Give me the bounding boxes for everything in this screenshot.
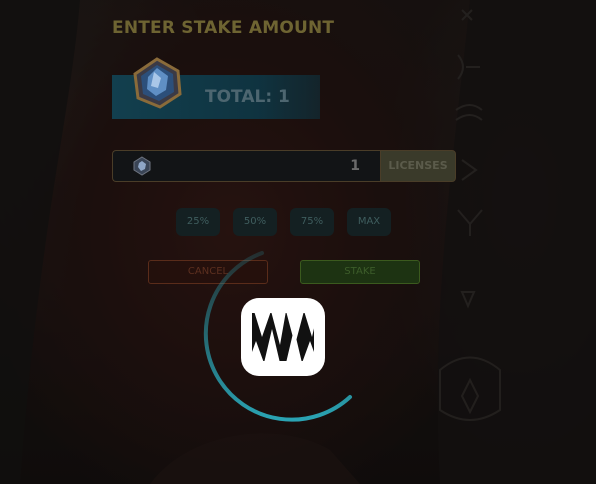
stake-title: ENTER STAKE AMOUNT [112, 18, 335, 38]
licenses-unit-label: LICENSES [380, 150, 456, 182]
license-gem-icon [133, 57, 182, 109]
stake-amount-value[interactable]: 1 [300, 150, 360, 182]
fangs-logo-icon [241, 298, 325, 376]
total-label: TOTAL: 1 [205, 87, 290, 107]
percent-50-button[interactable]: 50% [233, 208, 277, 236]
percent-75-button[interactable]: 75% [290, 208, 334, 236]
license-small-icon [133, 156, 151, 176]
loading-spinner [190, 245, 370, 435]
percent-max-button[interactable]: MAX [347, 208, 391, 236]
percent-25-button[interactable]: 25% [176, 208, 220, 236]
